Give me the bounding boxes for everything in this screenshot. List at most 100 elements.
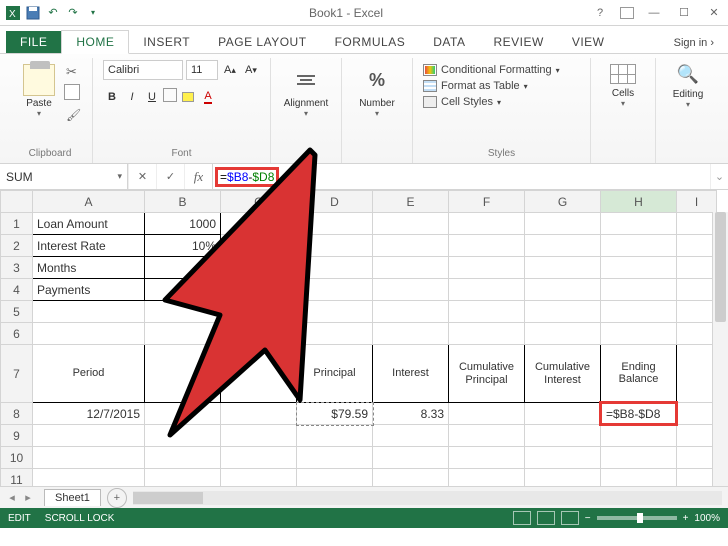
horizontal-scrollbar[interactable]: [133, 491, 722, 505]
cell-D6[interactable]: [297, 323, 373, 345]
worksheet-grid[interactable]: A B C D E F G H I 1 Loan Amount 1000 2 I…: [0, 190, 728, 486]
zoom-out-button[interactable]: −: [585, 513, 591, 524]
cell-G10[interactable]: [525, 447, 601, 469]
ribbon-options-button[interactable]: [620, 7, 634, 19]
row-header-2[interactable]: 2: [1, 235, 33, 257]
formula-input[interactable]: =$B8-$D8: [213, 164, 710, 189]
bold-button[interactable]: B: [103, 88, 121, 106]
close-button[interactable]: ✕: [704, 6, 724, 19]
page-break-view-button[interactable]: [561, 511, 579, 525]
cell-H11[interactable]: [601, 469, 677, 487]
next-sheet-icon[interactable]: ▸: [25, 491, 31, 504]
paste-button[interactable]: Paste ▾: [18, 60, 60, 118]
decrease-font-icon[interactable]: A▾: [242, 61, 260, 79]
cell-A2[interactable]: Interest Rate: [33, 235, 145, 257]
cell-D4[interactable]: [297, 279, 373, 301]
cell-C9[interactable]: [221, 425, 297, 447]
cell-D3[interactable]: [297, 257, 373, 279]
row-header-10[interactable]: 10: [1, 447, 33, 469]
select-all-corner[interactable]: [1, 191, 33, 213]
zoom-level[interactable]: 100%: [694, 513, 720, 524]
fill-color-button[interactable]: [179, 88, 197, 106]
cell-I11[interactable]: [677, 469, 717, 487]
cell-B6[interactable]: [145, 323, 221, 345]
cell-I3[interactable]: [677, 257, 717, 279]
font-name-select[interactable]: Calibri: [103, 60, 183, 80]
cell-B3[interactable]: [145, 257, 221, 279]
increase-font-icon[interactable]: A▴: [221, 61, 239, 79]
underline-button[interactable]: U: [143, 88, 161, 106]
cell-G4[interactable]: [525, 279, 601, 301]
cell-H5[interactable]: [601, 301, 677, 323]
scrollbar-thumb[interactable]: [133, 492, 203, 504]
cell-D5[interactable]: [297, 301, 373, 323]
cell-A5[interactable]: [33, 301, 145, 323]
cell-F9[interactable]: [449, 425, 525, 447]
cell-A10[interactable]: [33, 447, 145, 469]
cell-E8[interactable]: 8.33: [373, 403, 449, 425]
cell-A4[interactable]: Payments: [33, 279, 145, 301]
tab-file[interactable]: FILE: [6, 31, 61, 53]
cell-F3[interactable]: [449, 257, 525, 279]
cell-I6[interactable]: [677, 323, 717, 345]
cell-H10[interactable]: [601, 447, 677, 469]
expand-formula-bar-button[interactable]: ⌄: [710, 164, 728, 189]
row-header-7[interactable]: 7: [1, 345, 33, 403]
cell-C4[interactable]: [221, 279, 297, 301]
redo-icon[interactable]: ↷: [64, 4, 82, 22]
name-box[interactable]: SUM: [0, 164, 128, 189]
cell-H9[interactable]: [601, 425, 677, 447]
cell-D10[interactable]: [297, 447, 373, 469]
cell-C11[interactable]: [221, 469, 297, 487]
cell-C8[interactable]: [221, 403, 297, 425]
new-sheet-button[interactable]: +: [107, 488, 127, 508]
cell-F10[interactable]: [449, 447, 525, 469]
row-header-6[interactable]: 6: [1, 323, 33, 345]
cell-D7[interactable]: Principal: [297, 345, 373, 403]
cell-H2[interactable]: [601, 235, 677, 257]
cell-D2[interactable]: [297, 235, 373, 257]
row-header-3[interactable]: 3: [1, 257, 33, 279]
tab-insert[interactable]: INSERT: [129, 31, 204, 53]
cell-A3[interactable]: Months: [33, 257, 145, 279]
col-header-E[interactable]: E: [373, 191, 449, 213]
prev-sheet-icon[interactable]: ◂: [9, 491, 15, 504]
tab-view[interactable]: VIEW: [558, 31, 619, 53]
row-header-4[interactable]: 4: [1, 279, 33, 301]
border-button[interactable]: [163, 88, 177, 102]
cell-H1[interactable]: [601, 213, 677, 235]
cell-B10[interactable]: [145, 447, 221, 469]
cell-A7[interactable]: Period: [33, 345, 145, 403]
save-icon[interactable]: [24, 4, 42, 22]
cut-icon[interactable]: [66, 64, 82, 78]
cell-I1[interactable]: [677, 213, 717, 235]
cell-C3[interactable]: [221, 257, 297, 279]
cell-G7[interactable]: Cumulative Interest: [525, 345, 601, 403]
cell-E11[interactable]: [373, 469, 449, 487]
cell-F2[interactable]: [449, 235, 525, 257]
scrollbar-thumb[interactable]: [715, 212, 726, 322]
col-header-H[interactable]: H: [601, 191, 677, 213]
cell-H7[interactable]: Ending Balance: [601, 345, 677, 403]
cell-E4[interactable]: [373, 279, 449, 301]
editing-button[interactable]: Editing ▾: [666, 60, 710, 109]
cell-H3[interactable]: [601, 257, 677, 279]
cell-I4[interactable]: [677, 279, 717, 301]
undo-icon[interactable]: ↶: [44, 4, 62, 22]
tab-data[interactable]: DATA: [419, 31, 479, 53]
cancel-formula-button[interactable]: ✕: [128, 164, 156, 189]
minimize-button[interactable]: —: [644, 7, 664, 19]
cell-B2[interactable]: 10%: [145, 235, 221, 257]
cell-F4[interactable]: [449, 279, 525, 301]
col-header-A[interactable]: A: [33, 191, 145, 213]
cell-F5[interactable]: [449, 301, 525, 323]
cell-I10[interactable]: [677, 447, 717, 469]
cell-C5[interactable]: [221, 301, 297, 323]
row-header-5[interactable]: 5: [1, 301, 33, 323]
cell-B8[interactable]: [145, 403, 221, 425]
sheet-nav[interactable]: ◂▸: [0, 491, 40, 504]
cell-I9[interactable]: [677, 425, 717, 447]
cell-D8[interactable]: $79.59: [297, 403, 373, 425]
cell-G9[interactable]: [525, 425, 601, 447]
cell-A8[interactable]: 12/7/2015: [33, 403, 145, 425]
